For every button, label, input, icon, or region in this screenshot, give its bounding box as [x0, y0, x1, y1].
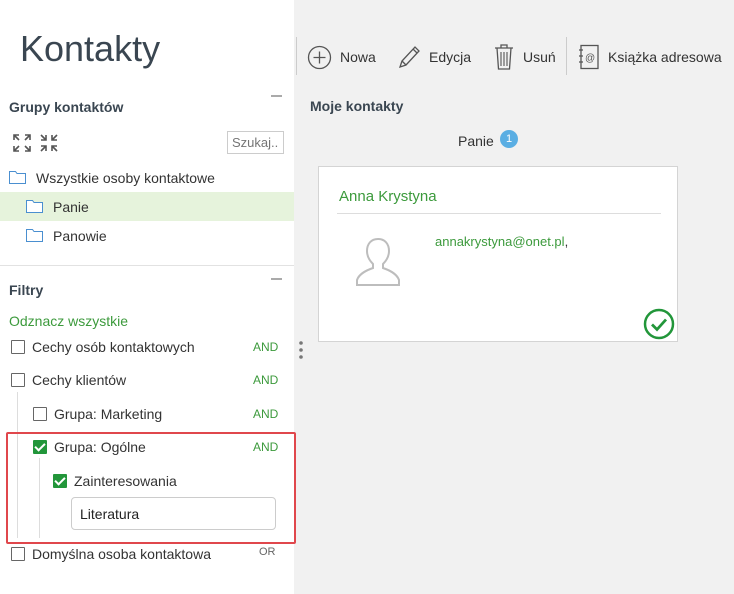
filter-label: Grupa: Marketing [54, 406, 163, 422]
toolbar-separator [566, 37, 567, 75]
address-book-label: Książka adresowa [608, 49, 722, 65]
group-count-badge: 1 [500, 130, 518, 148]
delete-label: Usuń [523, 49, 556, 65]
user-avatar-icon [356, 237, 400, 286]
email-address[interactable]: annakrystyna@onet.pl [435, 234, 565, 249]
edit-contact-button[interactable]: Edycja [397, 42, 471, 72]
app-title: Kontakty [20, 28, 161, 69]
filters-title: Filtry [9, 282, 44, 298]
section-divider [0, 265, 294, 266]
tree-item-all-contacts[interactable]: Wszystkie osoby kontaktowe [0, 163, 294, 192]
contact-name[interactable]: Anna Krystyna [339, 188, 437, 205]
tree-item-label: Panowie [53, 227, 107, 244]
deselect-all-link[interactable]: Odznacz wszystkie [9, 313, 128, 329]
address-book-icon: @ [579, 44, 599, 70]
pencil-icon [398, 46, 420, 69]
highlight-box [6, 432, 296, 544]
filter-label: Cechy klientów [32, 372, 127, 388]
delete-contact-button[interactable]: Usuń [493, 42, 556, 72]
tree-item-label: Wszystkie osoby kontaktowe [36, 169, 215, 186]
checkbox[interactable] [33, 407, 47, 421]
folder-icon [26, 200, 43, 213]
contact-card[interactable]: Anna Krystyna annakrystyna@onet.pl, [318, 166, 678, 342]
tree-item-panie[interactable]: Panie [0, 192, 294, 221]
group-search-input[interactable] [227, 131, 284, 154]
filter-domyslna-osoba[interactable]: Domyślna osoba kontaktowa [11, 544, 211, 564]
filter-operator[interactable]: AND [253, 340, 278, 354]
folder-icon [9, 171, 26, 184]
tree-item-panowie[interactable]: Panowie [0, 221, 294, 250]
groups-minimize-button[interactable] [271, 95, 282, 97]
checkbox[interactable] [11, 547, 25, 561]
collapse-all-icon[interactable] [38, 132, 60, 154]
groups-title: Grupy kontaktów [9, 99, 124, 115]
filter-label: Cechy osób kontaktowych [32, 339, 195, 355]
filter-cechy-klientow[interactable]: Cechy klientów [11, 370, 126, 390]
filters-minimize-button[interactable] [271, 278, 282, 280]
group-heading: Panie [458, 133, 494, 149]
email-separator: , [564, 234, 569, 249]
filter-operator[interactable]: AND [253, 373, 278, 387]
left-panel: Kontakty Grupy kontaktów Wszystkie osoby… [0, 0, 296, 594]
filter-operator[interactable]: OR [259, 546, 276, 558]
card-divider [337, 213, 661, 214]
contact-email[interactable]: annakrystyna@onet.pl, [435, 234, 568, 249]
folder-icon [26, 229, 43, 242]
svg-text:@: @ [585, 53, 595, 64]
checkbox[interactable] [11, 340, 25, 354]
checkbox[interactable] [11, 373, 25, 387]
trash-icon [495, 44, 513, 70]
expand-all-icon[interactable] [11, 132, 33, 154]
new-contact-button[interactable]: Nowa [307, 42, 376, 72]
filter-operator[interactable]: AND [253, 407, 278, 421]
address-book-button[interactable]: @ Książka adresowa [578, 42, 722, 72]
tree-item-label: Panie [53, 198, 89, 215]
edit-label: Edycja [429, 49, 472, 65]
splitter-handle-icon[interactable] [299, 340, 303, 360]
main-title: Moje kontakty [310, 98, 404, 114]
plus-circle-icon [307, 45, 332, 69]
filter-grupa-marketing[interactable]: Grupa: Marketing [33, 404, 162, 424]
toolbar-separator [296, 37, 297, 75]
check-circle-icon [643, 308, 675, 340]
new-label: Nowa [340, 49, 376, 65]
filter-label: Domyślna osoba kontaktowa [32, 546, 211, 562]
filter-cechy-osob[interactable]: Cechy osób kontaktowych [11, 337, 195, 357]
